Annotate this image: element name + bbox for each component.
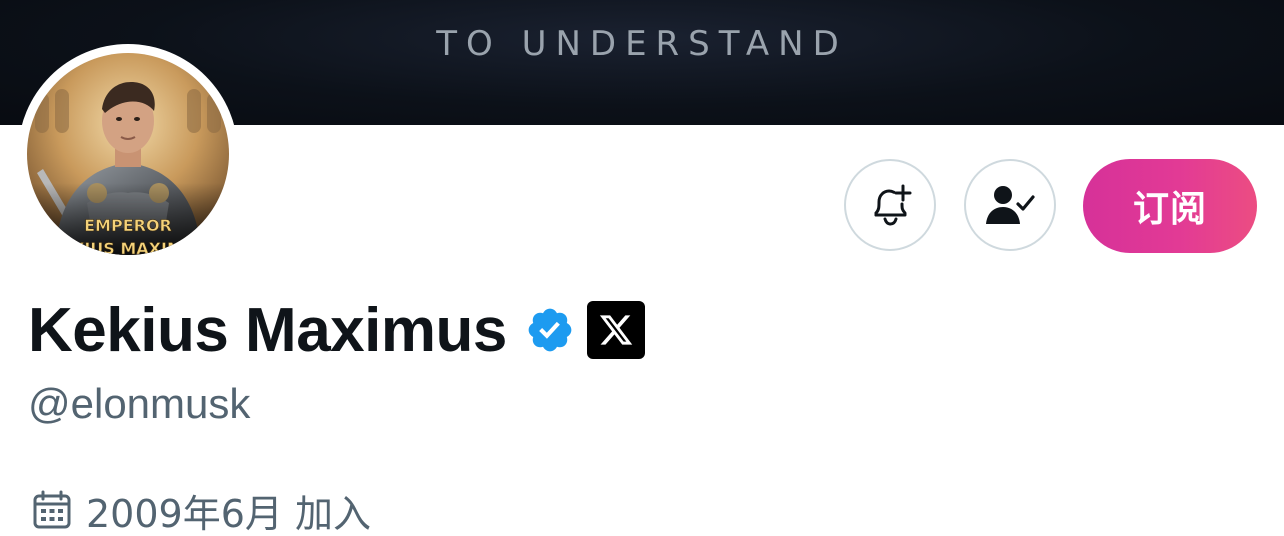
avatar[interactable]: EMPEROR KEKIUS MAXIMUS [18, 44, 238, 264]
x-logo-icon [599, 315, 633, 345]
bell-plus-icon [874, 184, 912, 226]
banner-text: TO UNDERSTAND [436, 24, 848, 64]
display-name-row: Kekius Maximus [28, 292, 645, 368]
verified-badge-icon[interactable] [525, 305, 575, 355]
following-button[interactable] [964, 159, 1056, 251]
joined-date-row: 2009年6月 加入 [32, 484, 371, 536]
avatar-image: EMPEROR KEKIUS MAXIMUS [27, 53, 229, 255]
avatar-caption-line2: KEKIUS MAXIMUS [49, 239, 208, 255]
calendar-icon [33, 490, 71, 529]
avatar-caption-line1: EMPEROR [84, 216, 172, 235]
joined-date: 2009年6月 加入 [86, 491, 371, 536]
notifications-button[interactable] [844, 159, 936, 251]
display-name: Kekius Maximus [28, 295, 507, 365]
profile-page: TO UNDERSTAND EMPEROR KEKIUS MAXIMUS 订阅 … [0, 0, 1284, 536]
subscribe-button[interactable]: 订阅 [1083, 159, 1257, 253]
person-check-icon [986, 186, 1035, 224]
user-handle: @elonmusk [28, 380, 251, 427]
affiliate-badge[interactable] [586, 301, 645, 359]
